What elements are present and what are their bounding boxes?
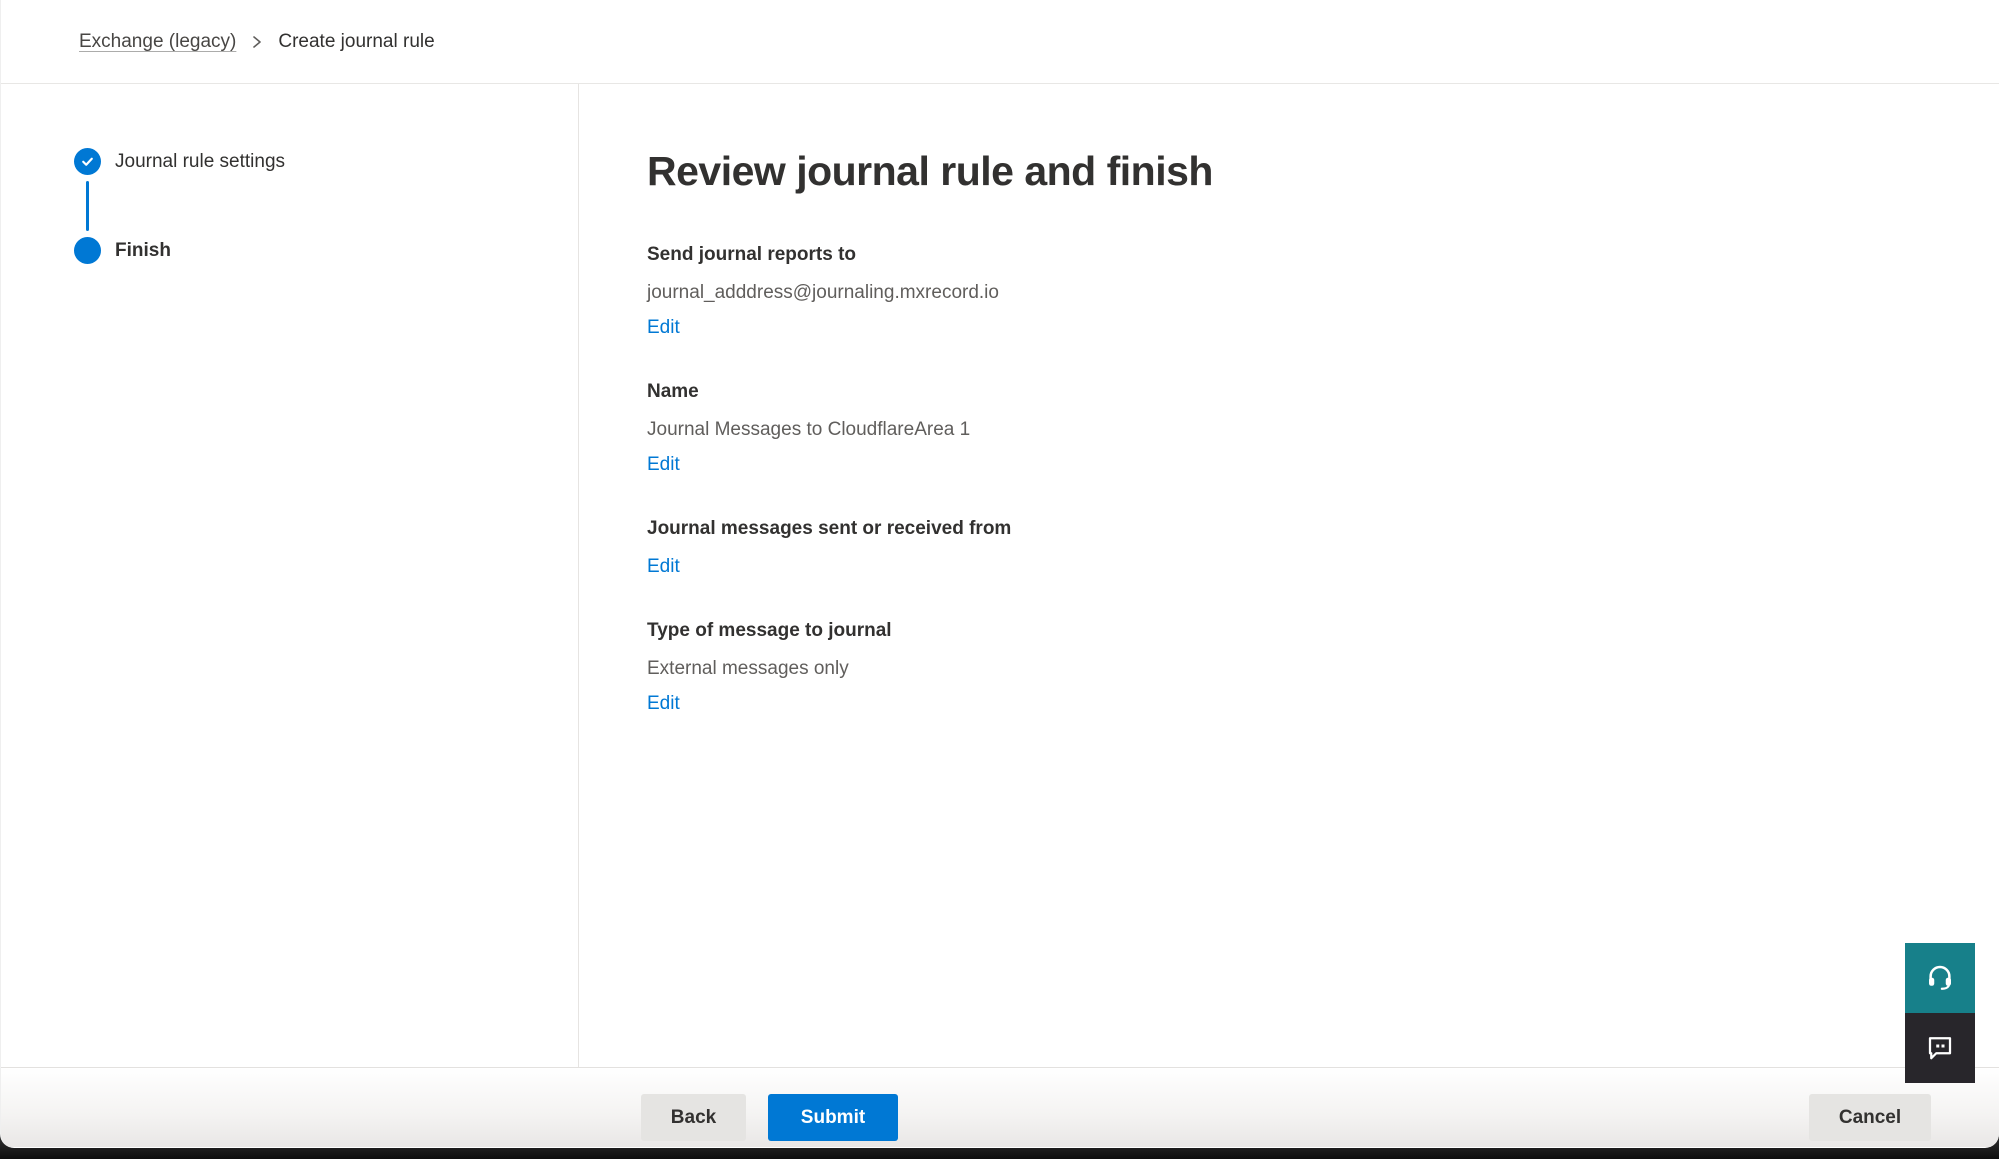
wizard-step-journal-rule-settings[interactable]: Journal rule settings (74, 148, 285, 175)
wizard-steps-sidebar: Journal rule settings Finish (1, 84, 579, 1067)
action-bar: Back Submit Cancel (1, 1067, 1999, 1147)
headset-icon (1925, 962, 1955, 995)
section-label: Name (647, 379, 1959, 405)
step-current-dot-icon (74, 237, 101, 264)
wizard-step-label: Journal rule settings (115, 151, 285, 173)
cancel-button[interactable]: Cancel (1809, 1094, 1931, 1141)
back-button[interactable]: Back (641, 1094, 746, 1141)
chat-icon (1925, 1032, 1955, 1065)
chevron-right-icon (250, 34, 264, 50)
step-connector-line (86, 181, 89, 231)
section-label: Journal messages sent or received from (647, 516, 1959, 542)
section-label: Type of message to journal (647, 618, 1959, 644)
edit-name-link[interactable]: Edit (647, 452, 680, 478)
help-button[interactable] (1905, 943, 1975, 1013)
breadcrumb-current-page: Create journal rule (278, 31, 434, 53)
review-section-send-journal-reports-to: Send journal reports to journal_adddress… (647, 242, 1959, 341)
exchange-create-journal-rule-window: Exchange (legacy) Create journal rule Jo… (0, 0, 1999, 1148)
wizard-step-finish[interactable]: Finish (74, 237, 171, 264)
review-section-journal-messages-scope: Journal messages sent or received from E… (647, 516, 1959, 580)
review-section-name: Name Journal Messages to CloudflareArea … (647, 379, 1959, 478)
step-completed-check-icon (74, 148, 101, 175)
wizard-step-label: Finish (115, 240, 171, 262)
message-type-value: External messages only (647, 656, 1959, 682)
rule-name-value: Journal Messages to CloudflareArea 1 (647, 417, 1959, 443)
edit-message-type-link[interactable]: Edit (647, 691, 680, 717)
breadcrumb: Exchange (legacy) Create journal rule (1, 0, 1999, 84)
section-label: Send journal reports to (647, 242, 1959, 268)
review-pane: Review journal rule and finish Send jour… (579, 84, 1999, 1067)
journal-report-address-value: journal_adddress@journaling.mxrecord.io (647, 280, 1959, 306)
edit-scope-link[interactable]: Edit (647, 554, 680, 580)
feedback-button[interactable] (1905, 1013, 1975, 1083)
edit-send-journal-reports-link[interactable]: Edit (647, 315, 680, 341)
page-title: Review journal rule and finish (647, 144, 1959, 199)
review-section-message-type: Type of message to journal External mess… (647, 618, 1959, 717)
breadcrumb-exchange-legacy-link[interactable]: Exchange (legacy) (79, 31, 236, 53)
submit-button[interactable]: Submit (768, 1094, 898, 1141)
